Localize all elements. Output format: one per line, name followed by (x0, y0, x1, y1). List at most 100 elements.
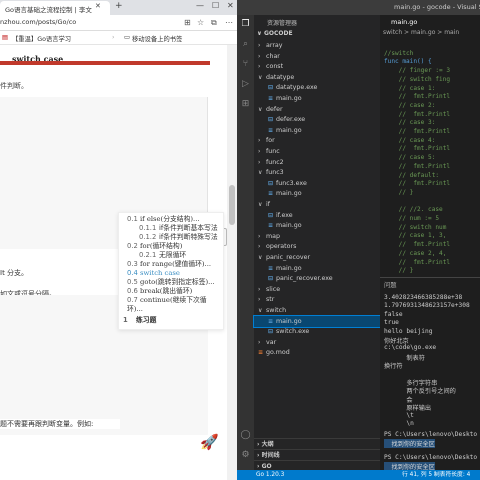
tab-close-icon[interactable]: ✕ (95, 2, 101, 10)
address-bar[interactable]: nzhou.com/posts/Go/co ⊞ ☆ ⧉ ⋯ (0, 15, 237, 31)
explorer-folder[interactable]: › func (254, 146, 380, 157)
editor-tab-main-go[interactable]: main.go (380, 15, 480, 29)
bookmark-item-mobile[interactable]: 移动设备上的书签 (132, 34, 182, 43)
go-version-status[interactable]: Go 1.20.3 (256, 470, 284, 480)
explorer-file[interactable]: ⊟ datatype.exe (254, 82, 380, 93)
bookmark-item-go[interactable]: 【重温】Go语言学习 (12, 34, 71, 43)
maximize-icon[interactable]: ☐ (212, 1, 219, 10)
workspace-folder[interactable]: ∨ GOCODE (254, 28, 380, 39)
outline-section[interactable]: › 大纲 (254, 438, 380, 449)
explorer-file[interactable]: ⊟ defer.exe (254, 114, 380, 125)
explorer-file[interactable]: ≡ main.go (254, 220, 380, 231)
timeline-section[interactable]: › 时间线 (254, 449, 380, 460)
code-line: // case 3: (384, 119, 436, 127)
terminal-line: 换行符 (384, 363, 403, 371)
explorer-icon[interactable]: ❐ (240, 19, 251, 30)
toc-item-label: if else(分支结构)... (140, 215, 200, 223)
explorer-folder[interactable]: ∨ switch (254, 305, 380, 316)
explorer-folder[interactable]: › for (254, 135, 380, 146)
panel-tab-problems[interactable]: 问题 (384, 280, 397, 289)
extensions-icon[interactable]: ⊞ (240, 99, 251, 110)
code-line: // fmt.Printl (384, 241, 451, 249)
toc-item[interactable]: 0.4 switch case (119, 269, 223, 278)
explorer-file[interactable]: ≡ main.go (253, 314, 381, 328)
code-line: // //2. case (384, 206, 443, 214)
explorer-folder[interactable]: ∨ if (254, 199, 380, 210)
chevron-right-icon: › (258, 42, 261, 49)
explorer-folder[interactable]: › func2 (254, 157, 380, 168)
url-text[interactable]: nzhou.com/posts/Go/co (0, 18, 76, 26)
explorer-file[interactable]: ≡ main.go (254, 263, 380, 274)
code-line: // case 1, 3, (384, 232, 447, 240)
explorer-header: 资源管理器 (267, 20, 298, 27)
extension-icon[interactable]: ⊞ (184, 18, 191, 27)
explorer-folder[interactable]: › slice (254, 284, 380, 295)
explorer-file[interactable]: ≡ main.go (254, 93, 380, 104)
back-to-top-rocket-icon[interactable]: 🚀 (200, 433, 219, 451)
chevron-right-icon: › (258, 63, 261, 71)
terminal-line: false (384, 310, 403, 318)
breadcrumb[interactable]: switch > main.go > main (380, 29, 480, 40)
explorer-item-label: main.go (276, 264, 302, 272)
code-editor[interactable]: //switch func main() { // finger := 3 // … (380, 41, 480, 277)
toc-item[interactable]: 0.1.2 if条件判断特殊写法 (119, 233, 223, 242)
explorer-folder[interactable]: › const (254, 61, 380, 72)
source-control-icon[interactable]: ⑂ (240, 59, 251, 70)
toc-item[interactable]: 0.1.1 if条件判断基本写法 (119, 224, 223, 233)
browser-tab[interactable]: Go语言基础之流程控制 | 李文 (0, 1, 110, 15)
explorer-folder[interactable]: ∨ datatype (254, 72, 380, 83)
explorer-file[interactable]: ≡ main.go (254, 125, 380, 136)
collections-icon[interactable]: ⧉ (211, 18, 217, 28)
minimize-icon[interactable]: — (196, 1, 204, 10)
toc-item-label: if条件判断基本写法 (159, 224, 218, 232)
run-debug-icon[interactable]: ▷ (240, 79, 251, 90)
explorer-file[interactable]: ⊟ panic_recover.exe (254, 273, 380, 284)
toc-item[interactable]: 0.1 if else(分支结构)... (119, 215, 223, 224)
code-line: // } (384, 188, 414, 196)
toc-item[interactable]: 0.6 break(跳出循环) (119, 287, 223, 296)
search-icon[interactable]: ⌕ (240, 39, 251, 50)
toc-item[interactable]: 0.5 goto(跳转到指定标签)... (119, 278, 223, 287)
chevron-down-icon: ∨ (258, 254, 263, 261)
cursor-position-status[interactable]: 行 41, 列 5 制表符长度: 4 (402, 470, 470, 480)
explorer-folder[interactable]: ∨ panic_recover (254, 252, 380, 263)
outline-label: 大纲 (261, 441, 274, 448)
explorer-folder[interactable]: › char (254, 51, 380, 62)
toc-item-number: 0.1.2 (139, 233, 157, 241)
toc-item[interactable]: 0.3 for range(键值循环)... (119, 260, 223, 269)
tab-title: Go语言基础之流程控制 | 李文 (5, 6, 92, 14)
explorer-file[interactable]: ⊟ func3.exe (254, 178, 380, 189)
explorer-folder[interactable]: › var (254, 337, 380, 348)
explorer-file[interactable]: ⊟ switch.exe (254, 326, 380, 337)
toc-item-number: 0.1.1 (139, 224, 157, 232)
star-icon[interactable]: ☆ (197, 18, 204, 27)
code-line: // fmt.Printl (384, 110, 451, 118)
bookmarks-bar: ▤ 【重温】Go语言学习 › ▭ 移动设备上的书签 (0, 31, 237, 45)
explorer-item-label: switch (266, 307, 287, 314)
explorer-folder[interactable]: › map (254, 231, 380, 242)
account-icon[interactable]: ◯ (240, 430, 251, 441)
explorer-file[interactable]: ⊟ if.exe (254, 210, 380, 221)
bookmark-overflow-icon[interactable]: › (112, 34, 115, 41)
toc-item-number: 0.6 (127, 287, 138, 295)
toc-item[interactable]: 0.2 for(循环结构) (119, 242, 223, 251)
toc-item[interactable]: 1 练习题 (119, 316, 223, 325)
scrollbar-thumb[interactable] (229, 185, 235, 225)
settings-gear-icon[interactable]: ⚙ (240, 450, 251, 461)
explorer-file[interactable]: ≡ main.go (254, 188, 380, 199)
window-close-icon[interactable]: ✕ (227, 1, 234, 10)
explorer-folder[interactable]: › array (254, 40, 380, 51)
scrollbar[interactable] (227, 45, 237, 480)
explorer-folder[interactable]: ∨ func3 (254, 167, 380, 178)
table-of-contents: 0.1 if else(分支结构)... 0.1.1 if条件判断基本写法 0.1.2 i… (118, 212, 224, 330)
code-line: // fmt.Printl (384, 128, 451, 135)
new-tab-icon[interactable]: + (115, 1, 123, 11)
toc-item[interactable]: 0.2.1 无限循环 (119, 251, 223, 260)
explorer-item-label: map (266, 232, 280, 240)
explorer-folder[interactable]: › str (254, 294, 380, 305)
explorer-file[interactable]: ≡ go.mod (254, 347, 380, 358)
explorer-folder[interactable]: ∨ defer (254, 104, 380, 115)
explorer-folder[interactable]: › operators (254, 241, 380, 252)
more-icon[interactable]: ⋯ (225, 18, 233, 27)
toc-item[interactable]: 0.7 continue(继续下次循环)... (119, 296, 223, 314)
